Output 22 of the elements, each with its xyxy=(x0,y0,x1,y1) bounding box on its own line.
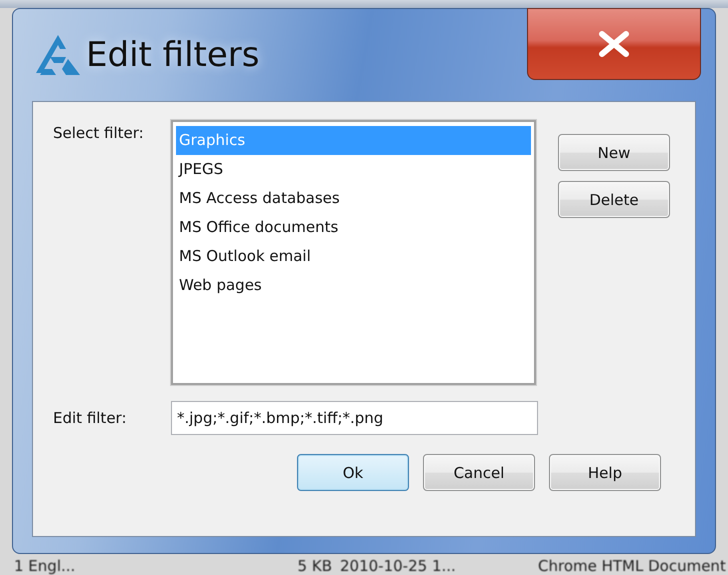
window-title: Edit filters xyxy=(86,35,260,75)
edit-filter-label: Edit filter: xyxy=(53,409,128,427)
close-button[interactable] xyxy=(527,8,701,80)
background-table-cell-text: 5 KB xyxy=(296,558,333,575)
dialog-button[interactable]: Cancel xyxy=(423,454,535,491)
filter-list-item[interactable]: MS Office documents xyxy=(176,213,531,242)
filter-list[interactable]: Graphics JPEGS MS Access databases MS Office documents MS Outlook email Web pages xyxy=(171,120,536,385)
filter-list-item[interactable]: JPEGS xyxy=(176,155,531,184)
close-icon xyxy=(597,31,631,57)
dialog-button[interactable]: Help xyxy=(549,454,661,491)
background-table-cell-text: Chrome HTML Document xyxy=(538,558,727,575)
background-table-cell-text: 1 Engl... xyxy=(14,558,76,575)
filter-list-item[interactable]: MS Access databases xyxy=(176,184,531,213)
side-button[interactable]: New xyxy=(558,134,670,171)
triangle-logo-icon xyxy=(36,33,80,77)
select-filter-label: Select filter: xyxy=(53,123,145,142)
filter-input[interactable]: *.jpg;*.gif;*.bmp;*.tiff;*.png xyxy=(171,401,538,435)
dialog-button[interactable]: Ok xyxy=(297,454,409,491)
filter-list-item[interactable]: MS Outlook email xyxy=(176,242,531,271)
background-table-cell-text: 2010-10-25 1... xyxy=(340,558,457,575)
filter-list-item[interactable]: Web pages xyxy=(176,271,531,300)
side-button[interactable]: Delete xyxy=(558,181,670,218)
